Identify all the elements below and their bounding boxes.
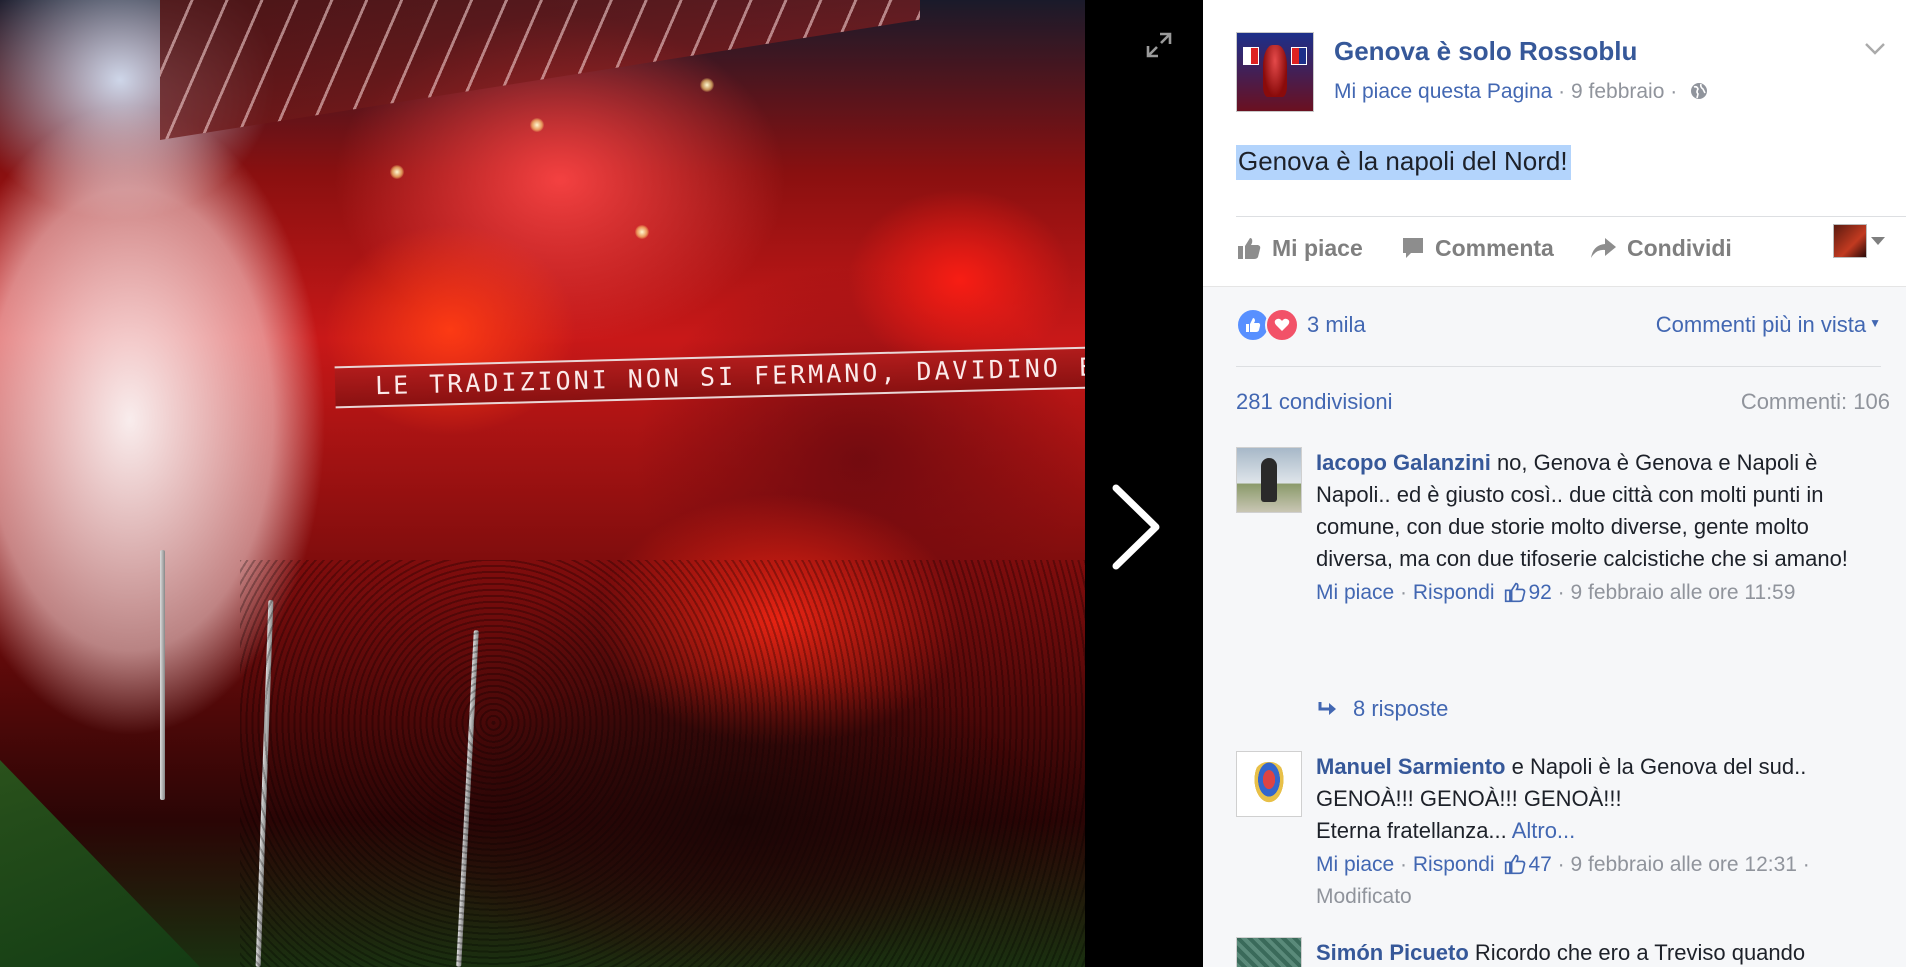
- edited-label[interactable]: Modificato: [1316, 885, 1412, 908]
- post-actions: Mi piace Commenta Condividi: [1236, 228, 1886, 268]
- pitch: [0, 760, 200, 967]
- comments-count: Commenti: 106: [1740, 389, 1890, 414]
- stadium-banner: LE TRADIZIONI NON SI FERMANO, DAVIDINO E…: [334, 345, 1085, 409]
- comment-time[interactable]: 9 febbraio alle ore 12:31: [1570, 853, 1797, 876]
- reactions-summary[interactable]: 3 mila: [1236, 308, 1366, 342]
- comment-author[interactable]: Simón Picueto: [1316, 940, 1469, 965]
- current-user-avatar[interactable]: [1833, 224, 1867, 258]
- comment-meta: Mi piace · Rispondi 47 · 9 febbraio alle…: [1316, 853, 1810, 908]
- see-more-link[interactable]: Altro...: [1512, 818, 1576, 843]
- view-replies-link[interactable]: 8 risposte: [1317, 696, 1448, 722]
- like-button-label: Mi piace: [1272, 234, 1363, 261]
- emblem-left: [1243, 47, 1259, 65]
- comment-reply-link[interactable]: Rispondi: [1413, 581, 1495, 604]
- comment-time[interactable]: 9 febbraio alle ore 11:59: [1570, 581, 1795, 604]
- next-photo-arrow-icon[interactable]: [1108, 482, 1164, 572]
- avatar[interactable]: [1236, 751, 1302, 817]
- like-page-link[interactable]: Mi piace questa Pagina: [1334, 80, 1552, 103]
- thumbs-up-icon: [1238, 238, 1261, 259]
- avatar[interactable]: [1236, 447, 1302, 513]
- avatar[interactable]: [1236, 937, 1302, 967]
- chevron-down-icon[interactable]: [1864, 42, 1886, 56]
- comment-icon: [1403, 238, 1423, 258]
- comment-body: Manuel Sarmiento e Napoli è la Genova de…: [1316, 751, 1876, 913]
- emblem-right: [1291, 47, 1307, 65]
- thumbs-up-icon: [1505, 854, 1526, 875]
- comment-sort-label: Commenti più in vista: [1655, 312, 1867, 337]
- comment-sort-dropdown[interactable]: Commenti più in vista ▼: [1656, 312, 1881, 338]
- divider: [1236, 216, 1906, 217]
- comment-like-count[interactable]: 92: [1528, 581, 1551, 604]
- comment-text: Ricordo che ero a Treviso quando: [1474, 940, 1806, 965]
- crowd: [240, 560, 1085, 967]
- post-text: Genova è la napoli del Nord!: [1236, 145, 1571, 180]
- comment-body: Simón Picueto Ricordo che ero a Treviso …: [1316, 937, 1876, 967]
- comment-like-link[interactable]: Mi piace: [1316, 581, 1394, 604]
- comment-like-link[interactable]: Mi piace: [1316, 853, 1394, 876]
- thumbs-up-icon: [1505, 582, 1526, 603]
- shares-count[interactable]: 281 condivisioni: [1236, 389, 1393, 415]
- expand-icon[interactable]: [1146, 32, 1172, 58]
- globe-icon[interactable]: [1689, 81, 1709, 101]
- post-date[interactable]: 9 febbraio: [1571, 80, 1664, 103]
- post-photo[interactable]: LE TRADIZIONI NON SI FERMANO, DAVIDINO E…: [0, 0, 1085, 967]
- comment-like-count[interactable]: 47: [1528, 853, 1551, 876]
- page-avatar[interactable]: [1236, 32, 1314, 112]
- replies-count: 8 risposte: [1353, 696, 1449, 721]
- page-name-link[interactable]: Genova è solo Rossoblu: [1334, 36, 1637, 67]
- reply-arrow-icon: [1318, 702, 1336, 715]
- photo-viewer: LE TRADIZIONI NON SI FERMANO, DAVIDINO E…: [0, 0, 1203, 967]
- comment-button-label: Commenta: [1435, 234, 1554, 261]
- comment-author[interactable]: Manuel Sarmiento: [1316, 754, 1505, 779]
- meta-separator: ·: [1558, 80, 1566, 103]
- meta-separator: ·: [1670, 80, 1678, 103]
- like-button[interactable]: Mi piace: [1236, 228, 1363, 268]
- reactions-count[interactable]: 3 mila: [1307, 312, 1366, 338]
- caret-down-icon: ▼: [1869, 316, 1881, 330]
- share-icon: [1591, 238, 1616, 258]
- divider: [1236, 366, 1881, 367]
- emblem-figure: [1263, 45, 1287, 97]
- roof-light: [390, 165, 404, 179]
- comment-meta: Mi piace · Rispondi 92 · 9 febbraio alle…: [1316, 581, 1796, 604]
- comment-text-more: Eterna fratellanza...: [1316, 818, 1507, 843]
- comment-button[interactable]: Commenta: [1401, 228, 1554, 268]
- share-button[interactable]: Condividi: [1589, 228, 1732, 268]
- roof-light: [700, 78, 714, 92]
- light-pole: [160, 550, 165, 800]
- caret-down-icon[interactable]: [1870, 236, 1886, 246]
- comment-author[interactable]: Iacopo Galanzini: [1316, 450, 1491, 475]
- comment-reply-link[interactable]: Rispondi: [1413, 853, 1495, 876]
- share-button-label: Condividi: [1627, 234, 1732, 261]
- crest: [1252, 762, 1286, 806]
- roof-light: [635, 225, 649, 239]
- post-meta: Mi piace questa Pagina · 9 febbraio ·: [1334, 80, 1709, 104]
- comment-body: Iacopo Galanzini no, Genova è Genova e N…: [1316, 447, 1876, 609]
- love-reaction-icon: [1265, 308, 1299, 342]
- post-panel: Genova è solo Rossoblu Mi piace questa P…: [1203, 0, 1906, 967]
- roof-light: [530, 118, 544, 132]
